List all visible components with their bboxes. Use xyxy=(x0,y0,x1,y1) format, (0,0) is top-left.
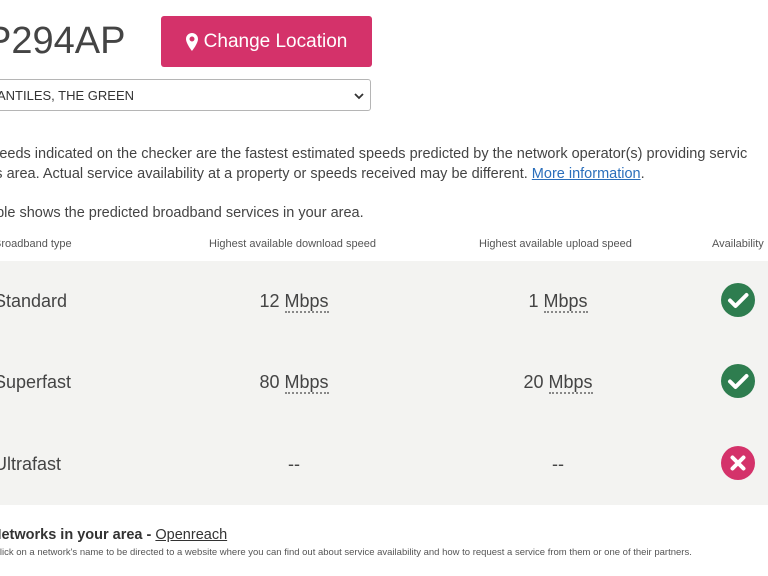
upload-unit[interactable]: Mbps xyxy=(543,291,588,313)
intro-line-2: his area. Actual service availability at… xyxy=(0,164,645,184)
download-speed: 80 Mbps xyxy=(222,372,366,394)
broadband-type: Ultrafast xyxy=(0,454,62,474)
header-broadband-type: Broadband type xyxy=(0,238,72,250)
change-location-label: Change Location xyxy=(203,30,348,52)
change-location-button[interactable]: Change Location xyxy=(161,16,372,67)
download-unit[interactable]: Mbps xyxy=(284,291,329,313)
download-speed: 12 Mbps xyxy=(222,291,366,313)
check-circle-icon xyxy=(721,283,755,317)
more-information-link[interactable]: More information xyxy=(532,166,641,182)
networks-heading: Networks in your area - Openreach xyxy=(0,527,227,543)
intro-line-2-end: . xyxy=(640,166,645,182)
upload-unit[interactable]: Mbps xyxy=(548,372,593,394)
download-value: -- xyxy=(288,454,300,474)
download-value: 12 xyxy=(259,291,280,311)
download-unit[interactable]: Mbps xyxy=(284,372,329,394)
map-marker-icon xyxy=(185,32,198,51)
address-select-value: ANTILES, THE GREEN xyxy=(0,87,135,103)
table-intro: table shows the predicted broadband serv… xyxy=(0,205,364,221)
table-row: Superfast 80 Mbps 20 Mbps xyxy=(0,342,768,423)
chevron-down-icon xyxy=(354,89,364,104)
header-download-speed: Highest available download speed xyxy=(209,238,376,250)
broadband-type: Superfast xyxy=(0,372,72,392)
address-select[interactable]: ANTILES, THE GREEN xyxy=(0,79,371,111)
networks-note: Click on a network's name to be directed… xyxy=(0,547,692,558)
table-row: Ultrafast -- -- xyxy=(0,424,768,505)
download-speed: -- xyxy=(222,454,366,475)
upload-value: 1 xyxy=(528,291,539,311)
upload-value: -- xyxy=(552,454,564,474)
header-upload-speed: Highest available upload speed xyxy=(479,238,632,250)
broadband-type: Standard xyxy=(0,291,68,311)
download-value: 80 xyxy=(259,372,280,392)
check-circle-icon xyxy=(721,364,755,398)
intro-line-2-text: his area. Actual service availability at… xyxy=(0,166,532,182)
upload-speed: 20 Mbps xyxy=(486,372,630,394)
header-availability: Availability xyxy=(712,238,764,250)
upload-speed: -- xyxy=(486,454,630,475)
cross-circle-icon xyxy=(721,446,755,480)
table-row: Standard 12 Mbps 1 Mbps xyxy=(0,261,768,342)
upload-speed: 1 Mbps xyxy=(486,291,630,313)
upload-value: 20 xyxy=(523,372,544,392)
intro-line-1: speeds indicated on the checker are the … xyxy=(0,146,748,162)
openreach-link[interactable]: Openreach xyxy=(155,527,227,543)
networks-heading-label: Networks in your area - xyxy=(0,527,156,543)
postcode-title: P294AP xyxy=(0,20,126,62)
